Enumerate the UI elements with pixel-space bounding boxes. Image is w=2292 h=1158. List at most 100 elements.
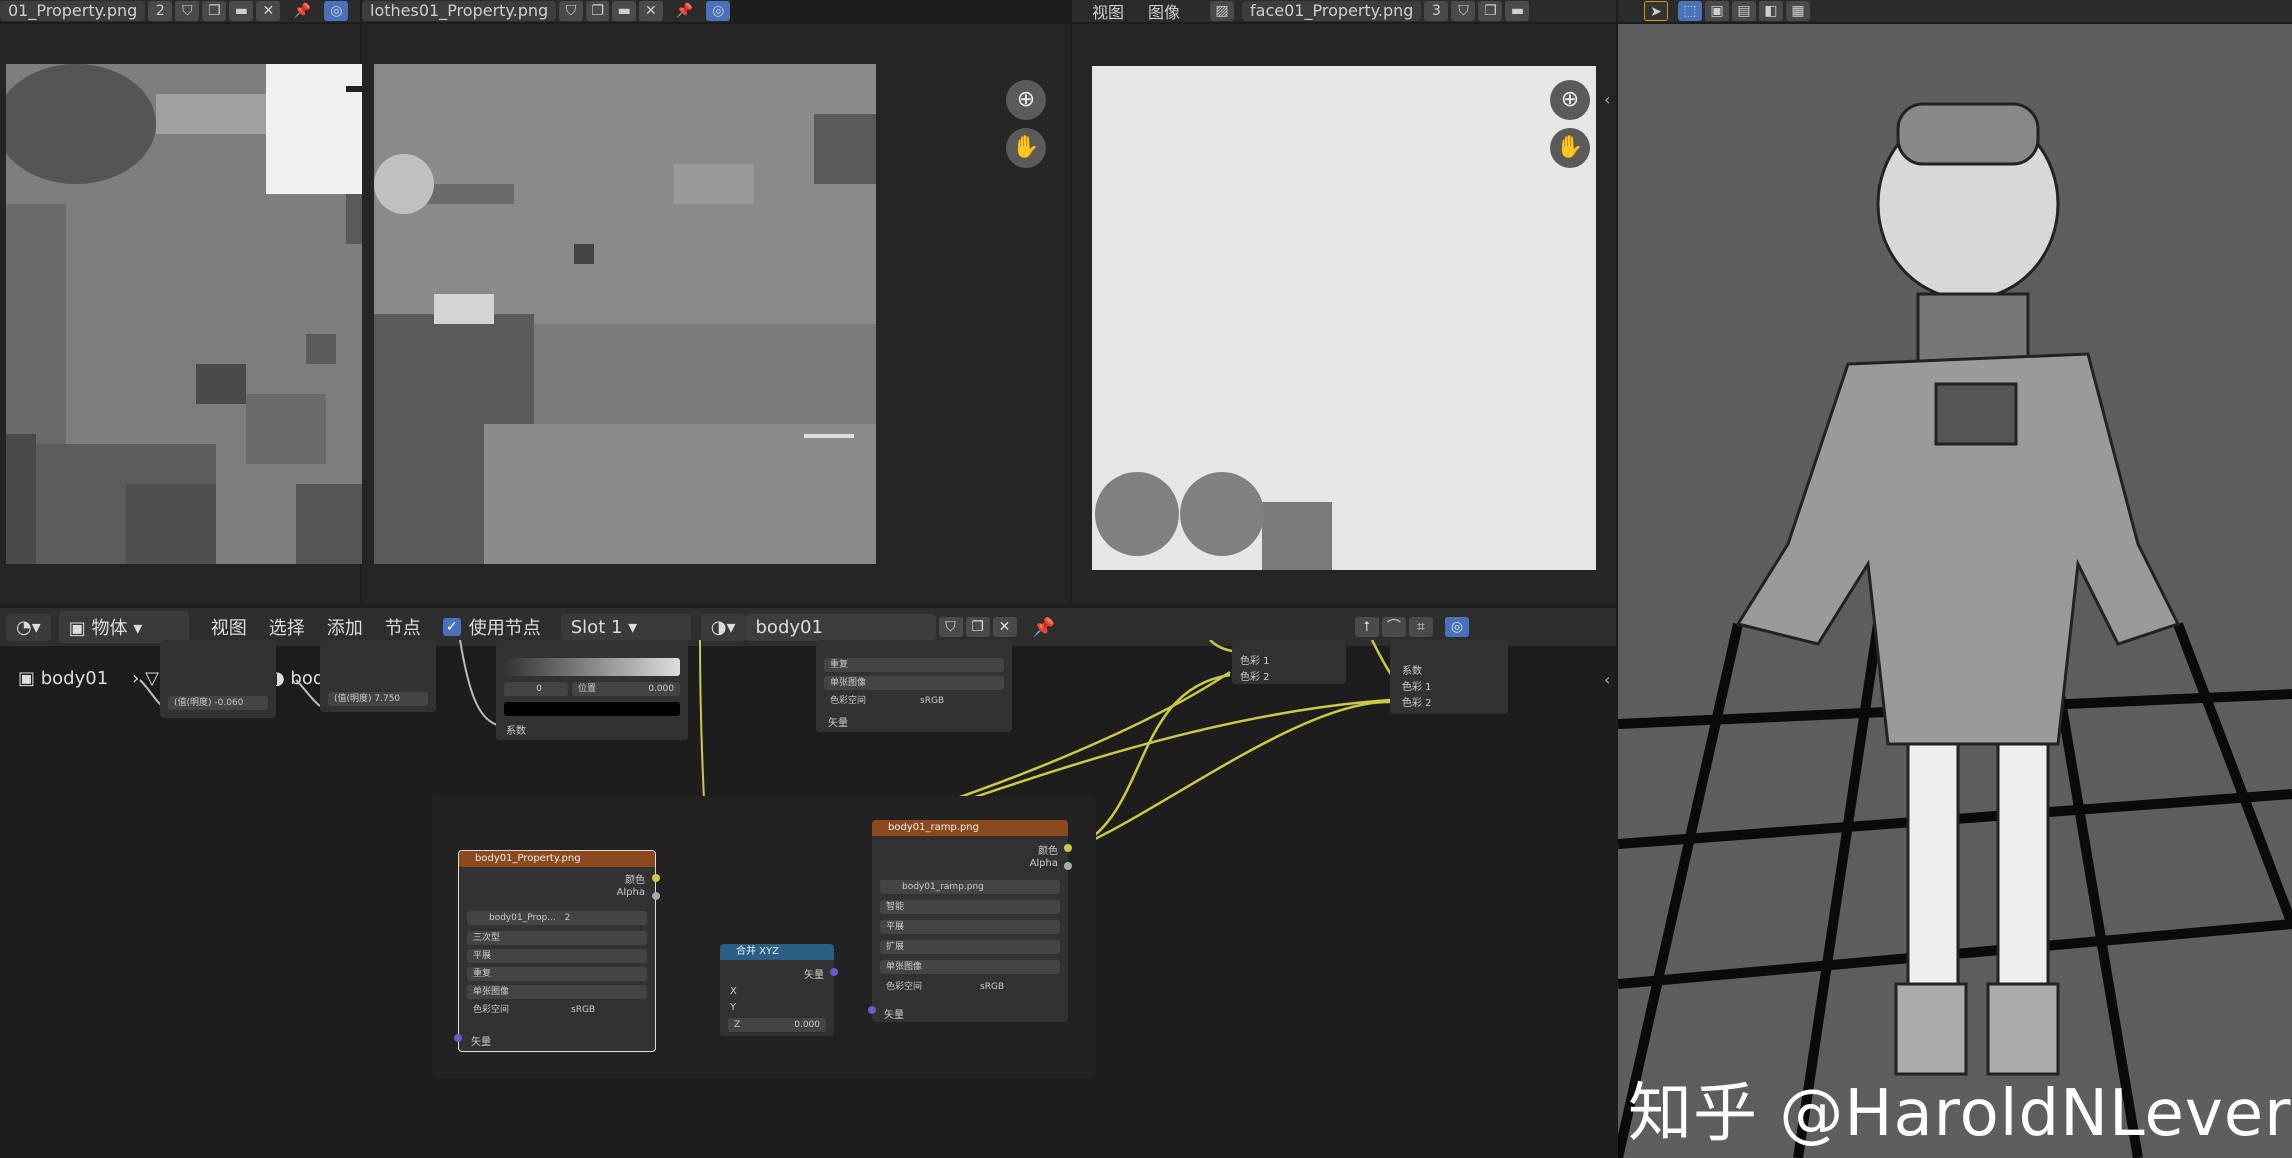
source-select[interactable]: 单张图像 <box>467 985 647 999</box>
user-count[interactable]: 2 <box>148 1 173 21</box>
ramp-gradient[interactable] <box>504 658 680 676</box>
pan-hand-icon[interactable]: ✋ <box>1006 128 1046 168</box>
pin-icon[interactable]: 📌 <box>290 1 314 21</box>
ramp-position[interactable]: 位置 0.000 <box>572 682 680 696</box>
close-icon[interactable]: ✕ <box>992 617 1017 637</box>
node-value-1[interactable]: (值(明度) -0.060 <box>160 640 276 718</box>
node-value-2[interactable]: (值(明度) 7.750 <box>320 640 436 712</box>
z-field[interactable]: Z 0.000 <box>728 1018 826 1032</box>
image-field[interactable]: body01_ramp.png <box>880 880 1060 894</box>
overlay-icon[interactable]: ◎ <box>324 1 349 21</box>
node-title[interactable]: body01_Property.png <box>459 851 655 867</box>
pin-icon[interactable]: 📌 <box>673 1 697 21</box>
image-editor-3[interactable]: ⊕ ✋ <box>1072 24 1616 604</box>
value-field[interactable]: (值(明度) 7.750 <box>328 692 428 706</box>
image-name-field[interactable]: 01_Property.png <box>0 1 146 21</box>
new-image-icon[interactable]: ▬ <box>229 1 254 21</box>
object-mode-select[interactable]: ▣ 物体 ▾ <box>58 611 189 643</box>
ramp-index[interactable]: 0 <box>504 682 568 696</box>
extension-select[interactable]: 重复 <box>467 967 647 981</box>
interpolation-select[interactable]: 智能 <box>880 900 1060 914</box>
editor-type-icon[interactable]: ◔▾ <box>6 613 51 641</box>
menu-view[interactable]: 视图 <box>1092 0 1124 22</box>
socket-combine-out[interactable] <box>830 968 838 976</box>
sidebar-toggle-icon[interactable]: ‹ <box>1604 670 1610 689</box>
colorspace-select[interactable]: 色彩空间 sRGB <box>467 1003 647 1017</box>
ext-select[interactable]: 重复 <box>824 658 1004 672</box>
socket-prop-vector[interactable] <box>454 1034 462 1042</box>
menu-image[interactable]: 图像 <box>1148 0 1180 22</box>
node-mix-1[interactable]: 色彩 1 色彩 2 <box>1232 640 1346 684</box>
zoom-icon[interactable]: ⊕ <box>1550 80 1590 120</box>
menu-node[interactable]: 节点 <box>385 614 421 640</box>
image-name-field[interactable]: face01_Property.png <box>1242 1 1422 21</box>
overlay-icon[interactable]: ◎ <box>1444 617 1469 637</box>
fake-user-shield-icon[interactable]: ⛉ <box>1451 1 1476 21</box>
menu-select[interactable]: 选择 <box>269 614 305 640</box>
zoom-icon[interactable]: ⊕ <box>1006 80 1046 120</box>
select-box-icon[interactable]: ⬚ <box>1678 1 1702 21</box>
ramp-color-swatch[interactable] <box>504 702 680 716</box>
sidebar-toggle-icon[interactable]: ‹ <box>1604 90 1610 109</box>
source-select[interactable]: 单张图像 <box>824 676 1004 690</box>
material-browse-icon[interactable]: ◑▾ <box>700 613 746 641</box>
menu-add[interactable]: 添加 <box>327 614 363 640</box>
interpolation-select[interactable]: 三次型 <box>467 931 647 945</box>
source-select[interactable]: 单张图像 <box>880 960 1060 974</box>
select-intersect-icon[interactable]: ▦ <box>1786 1 1810 21</box>
colorspace-select[interactable]: 色彩空间 sRGB <box>824 694 1004 708</box>
new-image-icon[interactable]: ▬ <box>1505 1 1530 21</box>
socket-prop-color[interactable] <box>652 874 660 882</box>
3d-viewport[interactable] <box>1618 24 2292 1158</box>
node-title[interactable]: body01_ramp.png <box>872 820 1068 836</box>
parent-icon[interactable]: ⭡ <box>1354 617 1379 637</box>
node-combine-xyz[interactable]: 合并 XYZ 矢量 X Y Z 0.000 <box>720 944 834 1036</box>
select-invert-icon[interactable]: ◧ <box>1759 1 1783 21</box>
use-nodes-checkbox[interactable]: ✓ <box>442 618 461 636</box>
overlay-icon[interactable]: ◎ <box>706 1 730 21</box>
projection-select[interactable]: 平展 <box>880 920 1060 934</box>
duplicate-icon[interactable]: ❐ <box>965 617 990 637</box>
duplicate-icon[interactable]: ❐ <box>585 1 610 21</box>
node-color-ramp[interactable]: 0 位置 0.000 系数 <box>496 640 688 740</box>
fake-user-shield-icon[interactable]: ⛉ <box>938 617 963 637</box>
material-name-field[interactable]: body01 <box>745 613 936 641</box>
duplicate-icon[interactable]: ❐ <box>1478 1 1503 21</box>
projection-select[interactable]: 平展 <box>467 949 647 963</box>
node-mix-2[interactable]: 系数 色彩 1 色彩 2 <box>1390 640 1508 714</box>
select-extend-icon[interactable]: ▣ <box>1705 1 1729 21</box>
extension-select[interactable]: 扩展 <box>880 940 1060 954</box>
value-field[interactable]: (值(明度) -0.060 <box>168 696 268 710</box>
image-browse-icon[interactable]: ▨ <box>1210 1 1235 21</box>
socket-prop-alpha[interactable] <box>652 892 660 900</box>
socket-ramp-vector[interactable] <box>868 1006 876 1014</box>
node-title[interactable]: 合并 XYZ <box>720 944 834 960</box>
face-property-texture <box>1092 66 1596 570</box>
colorspace-select[interactable]: 色彩空间 sRGB <box>880 980 1060 994</box>
socket-ramp-alpha[interactable] <box>1064 862 1072 870</box>
node-image-partial[interactable]: 重复 单张图像 色彩空间 sRGB 矢量 <box>816 640 1012 732</box>
image-field[interactable]: body01_Prop... 2 <box>467 911 647 925</box>
image-editor-1[interactable]: ⊕ ✋ <box>0 24 510 604</box>
duplicate-icon[interactable]: ❐ <box>202 1 227 21</box>
snap-icon[interactable]: ⌒ <box>1381 617 1406 637</box>
select-cursor-icon[interactable]: ➤ <box>1644 1 1668 21</box>
pin-icon[interactable]: 📌 <box>1033 617 1055 638</box>
user-count[interactable]: 3 <box>1424 1 1449 21</box>
fake-user-shield-icon[interactable]: ⛉ <box>559 1 583 21</box>
image-editor-2[interactable]: ⊕ ✋ <box>362 24 1070 604</box>
close-icon[interactable]: ✕ <box>639 1 663 21</box>
close-icon[interactable]: ✕ <box>256 1 281 21</box>
select-subtract-icon[interactable]: ▤ <box>1732 1 1756 21</box>
slot-select[interactable]: Slot 1 ▾ <box>560 613 691 641</box>
node-body-property-image[interactable]: body01_Property.png 颜色 Alpha body01_Prop… <box>458 850 656 1052</box>
pan-hand-icon[interactable]: ✋ <box>1550 128 1590 168</box>
menu-view[interactable]: 视图 <box>211 614 247 640</box>
image-name-field[interactable]: lothes01_Property.png <box>362 1 557 21</box>
snap-type-icon[interactable]: ⌗ <box>1408 617 1433 637</box>
socket-ramp-color[interactable] <box>1064 844 1072 852</box>
node-body-ramp-image[interactable]: body01_ramp.png 颜色 Alpha body01_ramp.png… <box>872 820 1068 1022</box>
fake-user-shield-icon[interactable]: ⛉ <box>175 1 200 21</box>
new-image-icon[interactable]: ▬ <box>612 1 637 21</box>
mix-color1: 色彩 1 <box>1240 656 1270 667</box>
